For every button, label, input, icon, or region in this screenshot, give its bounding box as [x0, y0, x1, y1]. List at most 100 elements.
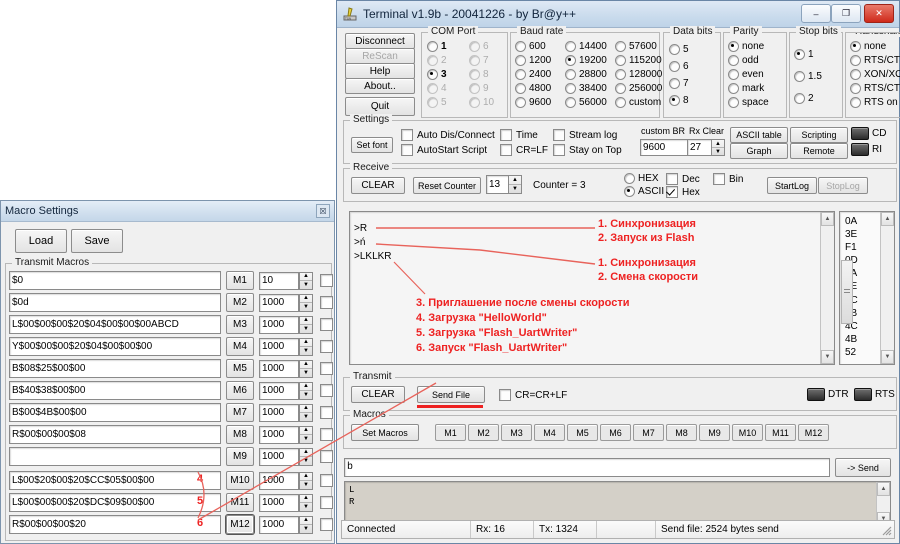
macro-button-m6[interactable]: M6 [226, 381, 254, 400]
close-icon[interactable]: ☒ [316, 204, 330, 218]
baud-256000[interactable]: 256000 [615, 81, 662, 95]
help-button[interactable]: Help [345, 63, 415, 79]
disconnect-button[interactable]: Disconnect [345, 33, 415, 49]
macro-delay-spinner-10[interactable]: ▲ ▼ [299, 471, 313, 490]
macro-button-m2[interactable]: M2 [226, 293, 254, 312]
macro-checkbox-6[interactable] [320, 384, 333, 397]
receive-textarea[interactable]: >R >ń >LKLKR 1. Синхронизация 2. Запуск … [349, 211, 835, 365]
macro-button-m1[interactable]: M1 [226, 271, 254, 290]
baud-19200[interactable]: 19200 [565, 53, 607, 67]
macro-button-m8[interactable]: M8 [666, 424, 697, 441]
macro-delay-spinner-12[interactable]: ▲ ▼ [299, 515, 313, 534]
macro-button-m2[interactable]: M2 [468, 424, 499, 441]
maximize-button[interactable]: ❐ [831, 4, 861, 23]
receive-bin-checkbox[interactable]: Bin [713, 173, 743, 185]
data-bits-8[interactable]: 8 [669, 92, 689, 109]
macro-delay-8[interactable]: 1000 [259, 425, 299, 444]
macro-button-m4[interactable]: M4 [534, 424, 565, 441]
set-font-button[interactable]: Set font [351, 137, 393, 153]
cr-lf-checkbox[interactable]: CR=LF [500, 144, 548, 156]
baud-9600[interactable]: 9600 [515, 95, 551, 109]
hex-view[interactable]: 0A 3E F1 0D 0A 3E 4C 4B 4C 4B 52 ▲ ▼ [839, 211, 895, 365]
macro-button-m9[interactable]: M9 [699, 424, 730, 441]
macro-text-1[interactable]: $0 [9, 271, 221, 290]
macro-text-9[interactable] [9, 447, 221, 466]
transmit-cr-lf-checkbox[interactable]: CR=CR+LF [499, 389, 567, 401]
macro-text-11[interactable]: L$00$00$00$20$DC$09$00$00 [9, 493, 221, 512]
macro-checkbox-3[interactable] [320, 318, 333, 331]
macro-button-m11[interactable]: M11 [226, 493, 254, 512]
macro-button-m3[interactable]: M3 [501, 424, 532, 441]
macro-text-4[interactable]: Y$00$00$00$20$04$00$00$00 [9, 337, 221, 356]
load-button[interactable]: Load [15, 229, 67, 253]
macro-delay-spinner-9[interactable]: ▲ ▼ [299, 447, 313, 466]
transmit-clear-button[interactable]: CLEAR [351, 386, 405, 403]
macro-text-12[interactable]: R$00$00$00$20 [9, 515, 221, 534]
macro-text-7[interactable]: B$00$4B$00$00 [9, 403, 221, 422]
macro-button-m6[interactable]: M6 [600, 424, 631, 441]
scroll-up-icon[interactable]: ▲ [881, 212, 894, 226]
macro-delay-spinner-5[interactable]: ▲ ▼ [299, 359, 313, 378]
baud-14400[interactable]: 14400 [565, 39, 607, 53]
startlog-button[interactable]: StartLog [767, 177, 817, 194]
macro-delay-12[interactable]: 1000 [259, 515, 299, 534]
data-bits-5[interactable]: 5 [669, 41, 689, 58]
macro-text-2[interactable]: $0d [9, 293, 221, 312]
rts-indicator[interactable]: RTS [854, 388, 895, 401]
scroll-up-icon[interactable]: ▲ [821, 212, 834, 226]
handshaking-xon-xoff[interactable]: XON/XOFF [850, 67, 900, 81]
macro-button-m5[interactable]: M5 [226, 359, 254, 378]
macro-delay-spinner-6[interactable]: ▲ ▼ [299, 381, 313, 400]
macro-delay-spinner-3[interactable]: ▲ ▼ [299, 315, 313, 334]
receive-hex-radio[interactable]: HEX [624, 173, 659, 184]
scripting-button[interactable]: Scripting [790, 127, 848, 143]
macro-button-m10[interactable]: M10 [226, 471, 254, 490]
macro-button-m10[interactable]: M10 [732, 424, 763, 441]
stop-bits-1-5[interactable]: 1.5 [794, 65, 822, 87]
baud-600[interactable]: 600 [515, 39, 551, 53]
close-button[interactable]: ✕ [864, 4, 894, 23]
macro-text-8[interactable]: R$00$00$00$08 [9, 425, 221, 444]
macro-delay-1[interactable]: 10 [259, 271, 299, 290]
parity-none[interactable]: none [728, 39, 769, 53]
baud-38400[interactable]: 38400 [565, 81, 607, 95]
send-file-button[interactable]: Send File [417, 386, 485, 403]
macro-delay-spinner-2[interactable]: ▲ ▼ [299, 293, 313, 312]
macro-delay-5[interactable]: 1000 [259, 359, 299, 378]
scroll-up-icon[interactable]: ▲ [877, 482, 890, 496]
rx-clear-spinner[interactable]: ▲ ▼ [711, 139, 725, 156]
macro-text-10[interactable]: L$00$20$00$20$CC$05$00$00 [9, 471, 221, 490]
com-port-1[interactable]: 1 [427, 39, 447, 53]
macro-delay-4[interactable]: 1000 [259, 337, 299, 356]
scroll-down-icon[interactable]: ▼ [821, 350, 834, 364]
send-input[interactable]: b [344, 458, 830, 477]
handshaking-none[interactable]: none [850, 39, 900, 53]
parity-space[interactable]: space [728, 95, 769, 109]
macro-delay-11[interactable]: 1000 [259, 493, 299, 512]
macro-checkbox-2[interactable] [320, 296, 333, 309]
graph-button[interactable]: Graph [730, 143, 788, 159]
macro-settings-titlebar[interactable]: Macro Settings ☒ [1, 201, 334, 222]
macro-checkbox-7[interactable] [320, 406, 333, 419]
time-checkbox[interactable]: Time [500, 129, 538, 141]
com-port-3[interactable]: 3 [427, 67, 447, 81]
macro-checkbox-5[interactable] [320, 362, 333, 375]
macro-button-m11[interactable]: M11 [765, 424, 796, 441]
macro-delay-3[interactable]: 1000 [259, 315, 299, 334]
receive-hex-checkbox[interactable]: Hex [666, 186, 700, 198]
about-button[interactable]: About.. [345, 78, 415, 94]
hex-scrollbar-thumb[interactable] [841, 260, 853, 324]
stop-bits-2[interactable]: 2 [794, 87, 822, 109]
handshaking-rts-on-tx[interactable]: RTS on TX [850, 95, 900, 109]
data-bits-6[interactable]: 6 [669, 58, 689, 75]
receive-dec-checkbox[interactable]: Dec [666, 173, 700, 185]
macro-button-m3[interactable]: M3 [226, 315, 254, 334]
receive-clear-button[interactable]: CLEAR [351, 177, 405, 194]
macro-delay-spinner-4[interactable]: ▲ ▼ [299, 337, 313, 356]
macro-delay-9[interactable]: 1000 [259, 447, 299, 466]
send-button[interactable]: -> Send [835, 458, 891, 477]
macro-delay-spinner-7[interactable]: ▲ ▼ [299, 403, 313, 422]
baud-128000[interactable]: 128000 [615, 67, 662, 81]
macro-checkbox-9[interactable] [320, 450, 333, 463]
handshaking-rts-cts[interactable]: RTS/CTS [850, 53, 900, 67]
